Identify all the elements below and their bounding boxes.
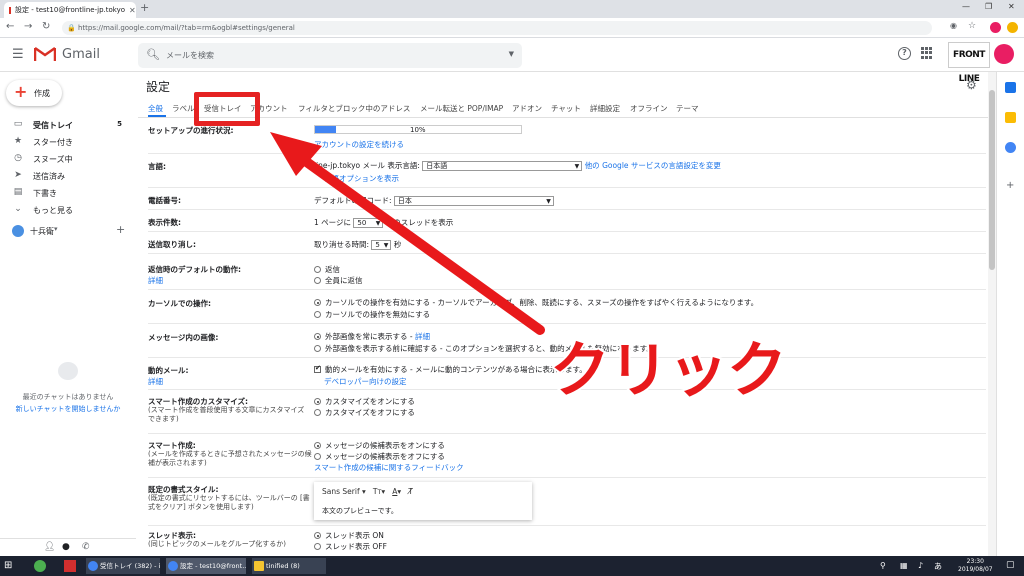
volume-icon[interactable]: ♪ bbox=[918, 561, 923, 570]
person-icon[interactable]: ⚲ bbox=[880, 561, 886, 570]
annotation-click-label: クリック bbox=[548, 334, 789, 408]
taskbar-item-label: tinified (8) bbox=[266, 562, 300, 570]
windows-taskbar: ⊞ 受信トレイ (382) - in... 設定 - test10@front.… bbox=[0, 556, 1024, 576]
clock-date: 2019/08/07 bbox=[958, 566, 993, 573]
taskbar-clock[interactable]: 23:30 2019/08/07 bbox=[958, 558, 993, 574]
annotation-arrow bbox=[270, 132, 545, 335]
taskbar-item-label: 設定 - test10@front... bbox=[180, 562, 246, 570]
taskbar-item-label: 受信トレイ (382) - in... bbox=[100, 562, 160, 570]
ime-icon[interactable]: あ bbox=[934, 561, 942, 572]
annotation-highlight-box bbox=[194, 92, 260, 126]
taskbar-item[interactable]: 受信トレイ (382) - in... bbox=[86, 558, 160, 574]
clock-time: 23:30 bbox=[966, 558, 984, 565]
taskbar-item[interactable]: tinified (8) bbox=[252, 558, 326, 574]
acrobat-icon[interactable] bbox=[64, 560, 76, 572]
notification-icon[interactable]: ▢ bbox=[1006, 560, 1015, 570]
network-icon[interactable]: ▦ bbox=[900, 561, 908, 570]
app-icon[interactable] bbox=[34, 560, 46, 572]
windows-start-icon[interactable]: ⊞ bbox=[4, 560, 12, 571]
taskbar-item-active[interactable]: 設定 - test10@front... bbox=[166, 558, 246, 574]
